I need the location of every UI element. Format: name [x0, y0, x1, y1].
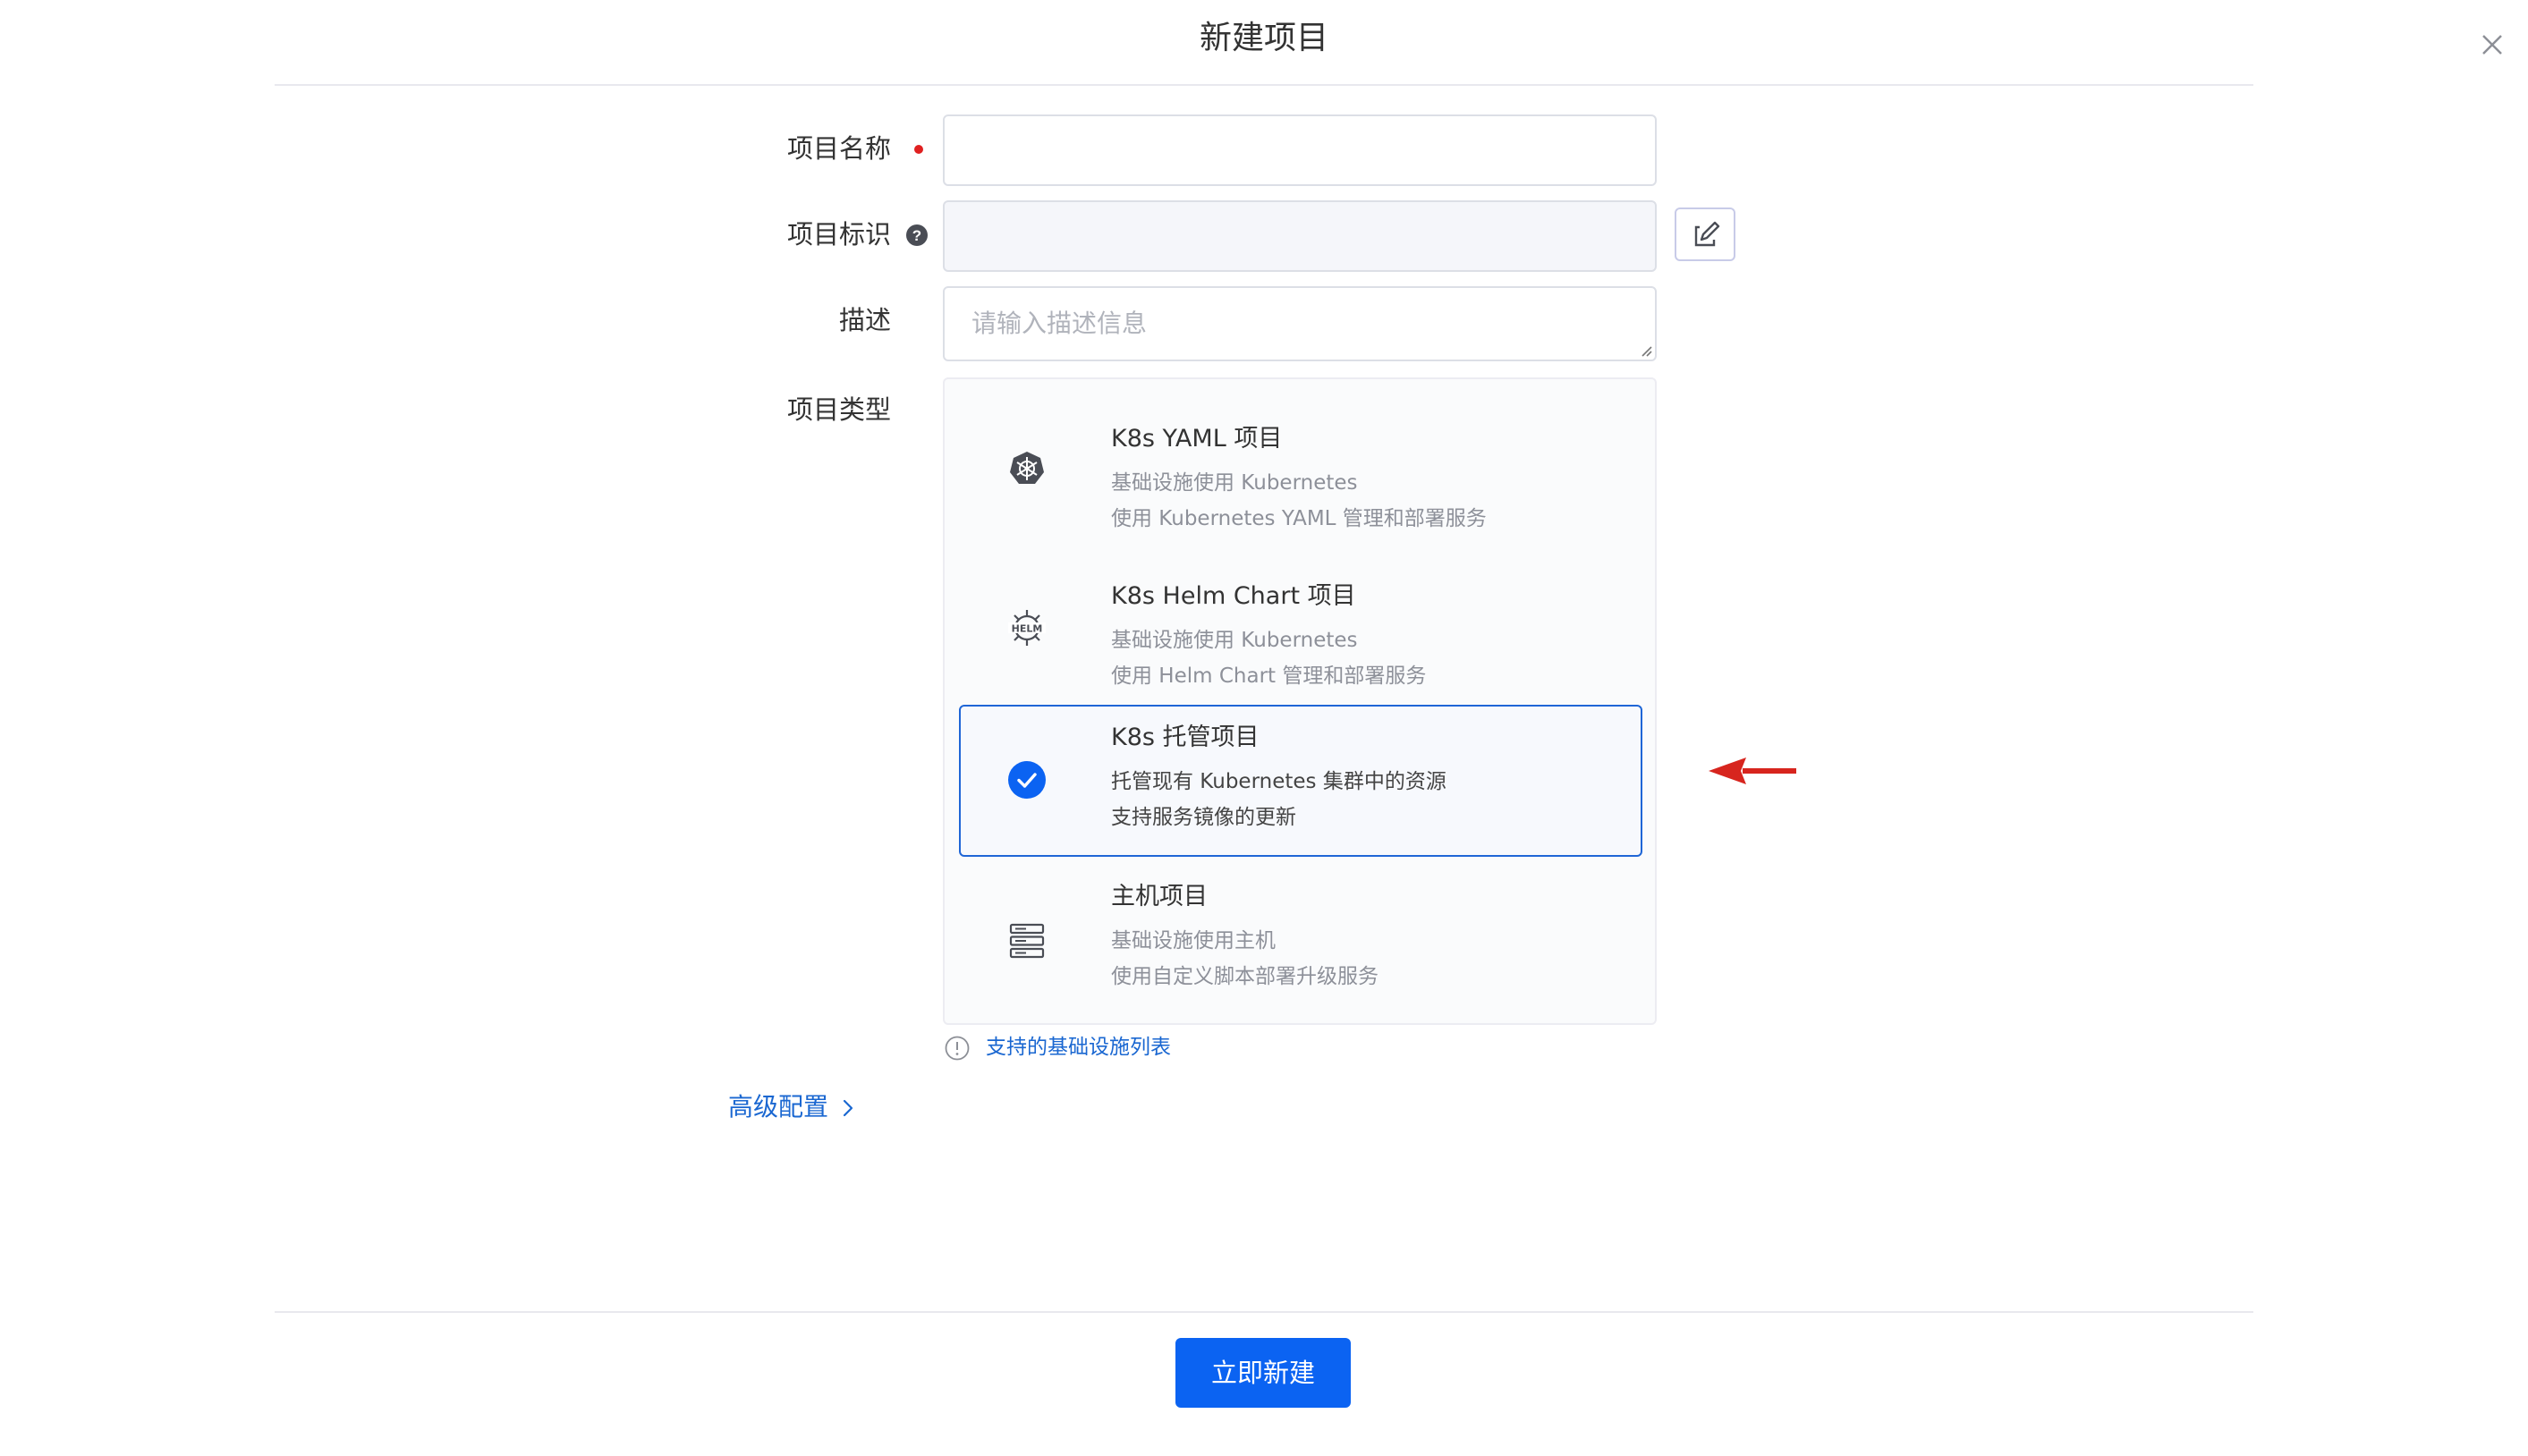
type-title: K8s YAML 项目 [1111, 425, 1283, 453]
resize-handle-icon[interactable] [1639, 343, 1653, 358]
server-icon [1009, 923, 1045, 959]
chevron-right-icon [843, 1099, 853, 1117]
annotation-arrow-icon [1709, 758, 1796, 784]
type-desc-line1: 基础设施使用 Kubernetes [1111, 629, 1358, 652]
footer-divider [275, 1311, 2253, 1313]
close-icon [2482, 35, 2502, 55]
help-icon[interactable]: ? [905, 224, 929, 247]
description-label: 描述 [838, 305, 891, 335]
type-desc-line1: 托管现有 Kubernetes 集群中的资源 [1111, 770, 1446, 793]
type-option-k8s-yaml[interactable]: K8s YAML 项目 基础设施使用 Kubernetes 使用 Kuberne… [959, 392, 1641, 542]
type-desc-line1: 基础设施使用主机 [1111, 929, 1276, 952]
type-option-host[interactable]: 主机项目 基础设施使用主机 使用自定义脚本部署升级服务 [959, 862, 1641, 1014]
required-indicator [914, 145, 923, 154]
advanced-config-label: 高级配置 [728, 1092, 829, 1122]
create-now-button[interactable]: 立即新建 [1175, 1338, 1351, 1408]
project-identifier-input[interactable] [943, 200, 1657, 272]
type-desc-line2: 使用 Helm Chart 管理和部署服务 [1111, 665, 1427, 688]
header-divider [275, 84, 2253, 86]
project-name-input[interactable] [943, 114, 1657, 186]
type-title: 主机项目 [1111, 883, 1208, 910]
edit-icon [1694, 221, 1720, 247]
type-desc-line1: 基础设施使用 Kubernetes [1111, 471, 1358, 495]
identifier-label: 项目标识 [786, 219, 891, 250]
type-title: K8s Helm Chart 项目 [1111, 582, 1356, 610]
info-icon [945, 1036, 970, 1061]
project-type-list: K8s YAML 项目 基础设施使用 Kubernetes 使用 Kuberne… [943, 377, 1657, 1025]
supported-infra-link[interactable]: 支持的基础设施列表 [986, 1032, 1171, 1062]
type-title: K8s 托管项目 [1111, 724, 1260, 751]
type-option-k8s-helm[interactable]: HELM K8s Helm Chart 项目 基础设施使用 Kubernetes… [959, 549, 1641, 699]
type-desc-line2: 使用 Kubernetes YAML 管理和部署服务 [1111, 507, 1487, 530]
svg-text:?: ? [912, 227, 921, 244]
create-project-dialog: 新建项目 项目名称 项目标识 ? 描述 项目类型 [0, 0, 2528, 1456]
svg-text:HELM: HELM [1012, 623, 1043, 635]
dialog-title: 新建项目 [1199, 20, 1328, 56]
name-label: 项目名称 [786, 133, 891, 164]
type-desc-line2: 支持服务镜像的更新 [1111, 806, 1296, 829]
check-circle-icon [1008, 761, 1046, 799]
kubernetes-icon [1010, 452, 1044, 484]
close-button[interactable] [2476, 29, 2508, 61]
advanced-config-link[interactable]: 高级配置 [728, 1089, 853, 1125]
type-label: 项目类型 [786, 394, 891, 425]
description-input[interactable] [943, 286, 1657, 361]
helm-icon: HELM [1008, 610, 1046, 646]
edit-identifier-button[interactable] [1675, 207, 1735, 261]
type-option-k8s-managed[interactable]: K8s 托管项目 托管现有 Kubernetes 集群中的资源 支持服务镜像的更… [959, 705, 1642, 857]
type-desc-line2: 使用自定义脚本部署升级服务 [1111, 965, 1379, 988]
